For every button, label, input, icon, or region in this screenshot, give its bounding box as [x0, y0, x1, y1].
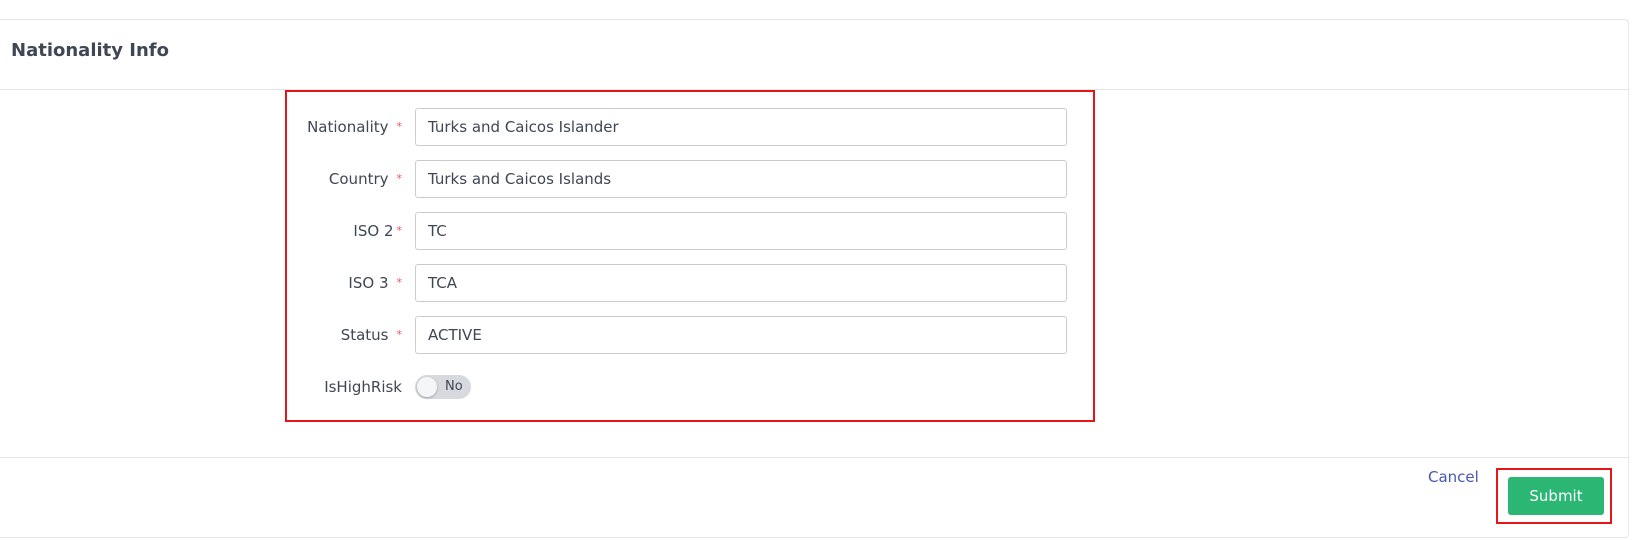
required-indicator: *: [396, 327, 403, 341]
country-label-text: Country: [328, 170, 389, 188]
card-header: Nationality Info: [0, 20, 1628, 90]
footer-divider: [0, 457, 1628, 458]
cancel-button[interactable]: Cancel: [1428, 468, 1479, 486]
high-risk-toggle[interactable]: No: [415, 375, 471, 399]
iso3-label: ISO 3 *: [348, 263, 402, 303]
nationality-card: Nationality Info Nationality * Country *…: [0, 19, 1629, 538]
required-indicator: *: [396, 119, 403, 133]
page-title: Nationality Info: [11, 40, 169, 61]
status-label: Status *: [341, 315, 402, 355]
form-row-high-risk: IsHighRisk No: [287, 367, 1093, 407]
status-label-text: Status: [340, 326, 389, 344]
required-indicator: *: [396, 171, 403, 185]
iso3-label-text: ISO 3: [348, 274, 389, 292]
form-row-country: Country *: [287, 159, 1093, 199]
high-risk-label-text: IsHighRisk: [324, 378, 402, 396]
iso3-input[interactable]: [415, 264, 1067, 302]
toggle-knob: [417, 377, 437, 397]
form-row-iso2: ISO 2 *: [287, 211, 1093, 251]
nationality-form: Nationality * Country * ISO 2 * ISO 3 *: [285, 90, 1095, 422]
nationality-label-text: Nationality: [307, 118, 389, 136]
toggle-state-text: No: [445, 379, 463, 394]
form-row-nationality: Nationality *: [287, 107, 1093, 147]
country-label: Country *: [329, 159, 402, 199]
submit-highlight: Submit: [1496, 468, 1612, 524]
submit-button[interactable]: Submit: [1508, 477, 1604, 515]
country-input[interactable]: [415, 160, 1067, 198]
status-input[interactable]: [415, 316, 1067, 354]
required-indicator: *: [396, 223, 403, 237]
iso2-label-text: ISO 2: [353, 222, 394, 240]
form-row-status: Status *: [287, 315, 1093, 355]
iso2-input[interactable]: [415, 212, 1067, 250]
form-row-iso3: ISO 3 *: [287, 263, 1093, 303]
nationality-input[interactable]: [415, 108, 1067, 146]
required-indicator: *: [396, 275, 403, 289]
nationality-label: Nationality *: [307, 107, 402, 147]
high-risk-label: IsHighRisk: [324, 367, 402, 407]
iso2-label: ISO 2 *: [353, 211, 402, 251]
